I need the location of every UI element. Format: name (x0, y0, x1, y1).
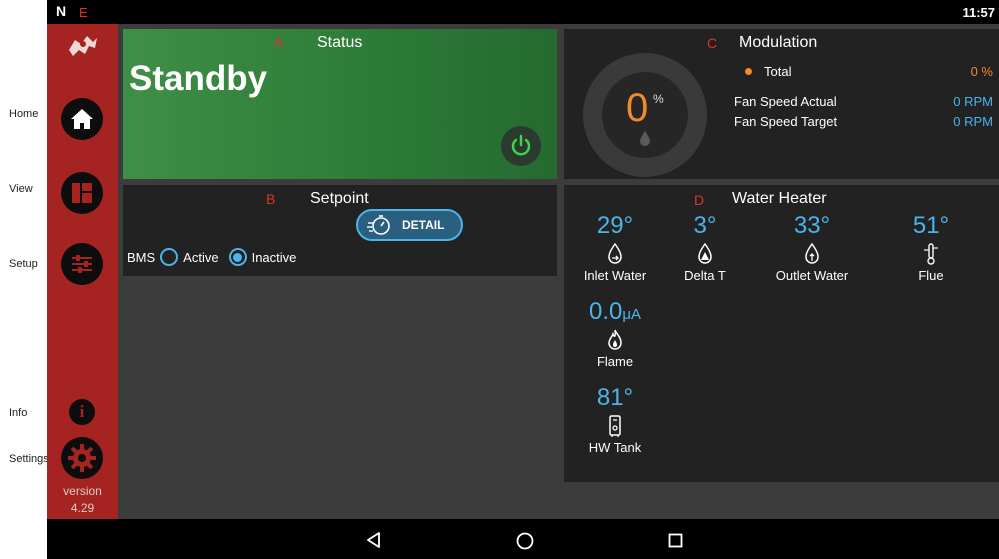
marker-e: E (79, 5, 88, 20)
recents-button[interactable] (667, 532, 685, 550)
outlet-water-value: 33° (793, 212, 831, 239)
flame-label: Flame (596, 354, 634, 369)
nav-home-button[interactable] (61, 98, 103, 140)
power-icon (511, 134, 531, 156)
version-number: 4.29 (70, 501, 95, 515)
inlet-water-value: 29° (596, 212, 634, 239)
marker-d: D (694, 192, 705, 208)
info-icon: i (79, 402, 85, 421)
thermometer-icon (924, 243, 938, 265)
status-panel: A Status Standby (123, 29, 557, 179)
total-value: 0 % (970, 64, 993, 79)
delta-t-item: 3° Delta T (675, 212, 735, 283)
nav-view-button[interactable] (61, 172, 103, 214)
water-heater-title: Water Heater (732, 190, 827, 207)
active-radio[interactable] (160, 248, 179, 266)
inlet-water-item: 29° Inlet Water (575, 212, 655, 283)
inlet-water-label: Inlet Water (583, 268, 647, 283)
back-button[interactable] (365, 531, 383, 549)
inlet-drop-icon (608, 242, 622, 264)
status-state: Standby (129, 59, 268, 98)
nav-info-button[interactable]: i (69, 399, 95, 425)
outer-label-setup: Setup (9, 258, 38, 270)
sliders-icon (72, 255, 92, 273)
modulation-panel: C Modulation 0 % Total 0 % Fan Speed Act… (564, 29, 999, 179)
flame-unit: μA (622, 306, 642, 323)
notification-logo-icon: N (56, 3, 67, 19)
marker-a: A (274, 34, 284, 50)
modulation-gauge: 0 % (583, 53, 707, 177)
nav-settings-button[interactable] (61, 437, 103, 479)
gauge-unit: % (653, 92, 664, 106)
clock: 11:57 (962, 5, 995, 20)
fan-target-value: 0 RPM (953, 114, 993, 129)
fan-actual-value: 0 RPM (953, 94, 993, 109)
flue-value: 51° (912, 212, 950, 239)
marker-b: B (266, 191, 276, 207)
status-bar: N E 11:57 (47, 0, 999, 24)
bms-radio-group: BMS Active Inactive (127, 248, 296, 266)
detail-button[interactable]: DETAIL (356, 209, 463, 241)
gauge-value: 0 (626, 86, 649, 130)
fan-actual-label: Fan Speed Actual (734, 94, 837, 109)
outlet-drop-icon (805, 242, 819, 264)
hw-tank-item: 81° HW Tank (575, 384, 655, 455)
version-label: version (63, 484, 102, 498)
brand-logo-icon (65, 32, 101, 60)
water-heater-panel: D Water Heater 29° Inlet Water 3° Delta … (564, 185, 999, 482)
nav-setup-button[interactable] (61, 243, 103, 285)
device-screen: N E 11:57 i version 4.29 A Status Standb… (47, 0, 999, 559)
hw-tank-label: HW Tank (588, 440, 642, 455)
total-dot-icon (745, 68, 752, 75)
dashboard-icon (72, 183, 92, 203)
delta-drop-icon (698, 242, 712, 264)
inactive-radio[interactable] (228, 248, 247, 266)
home-icon (71, 109, 93, 129)
flame-drop-icon (640, 131, 650, 146)
flue-item: 51° Flue (906, 212, 956, 283)
outlet-water-item: 33° Outlet Water (767, 212, 857, 283)
flame-value: 0.0 (588, 298, 623, 325)
android-nav-bar (47, 519, 999, 559)
setpoint-title: Setpoint (310, 190, 369, 207)
active-label: Active (183, 249, 219, 265)
sidebar: i version 4.29 (47, 24, 118, 519)
delta-t-value: 3° (693, 212, 717, 239)
modulation-title: Modulation (739, 34, 818, 51)
flame-icon (608, 329, 622, 350)
home-nav-button[interactable] (515, 531, 535, 551)
tank-icon (609, 415, 621, 437)
outer-label-strip: Home View Setup Info Settings (0, 0, 49, 559)
outer-label-view: View (9, 183, 33, 195)
gear-icon (68, 444, 96, 472)
inactive-label: Inactive (251, 249, 297, 265)
detail-button-label: DETAIL (402, 218, 445, 232)
outer-label-info: Info (9, 407, 28, 419)
power-button[interactable] (501, 126, 541, 166)
hw-tank-value: 81° (596, 384, 634, 411)
total-label: Total (764, 64, 792, 79)
outlet-water-label: Outlet Water (775, 268, 849, 283)
marker-c: C (707, 35, 718, 51)
flue-label: Flue (918, 268, 944, 283)
outer-label-home: Home (9, 108, 39, 120)
timer-icon (367, 215, 390, 235)
delta-t-label: Delta T (684, 268, 726, 283)
outer-label-settings: Settings (9, 453, 49, 465)
flame-item: 0.0μA Flame (575, 298, 655, 369)
status-title: Status (317, 34, 363, 51)
fan-target-label: Fan Speed Target (734, 114, 838, 129)
bms-label: BMS (127, 249, 156, 265)
